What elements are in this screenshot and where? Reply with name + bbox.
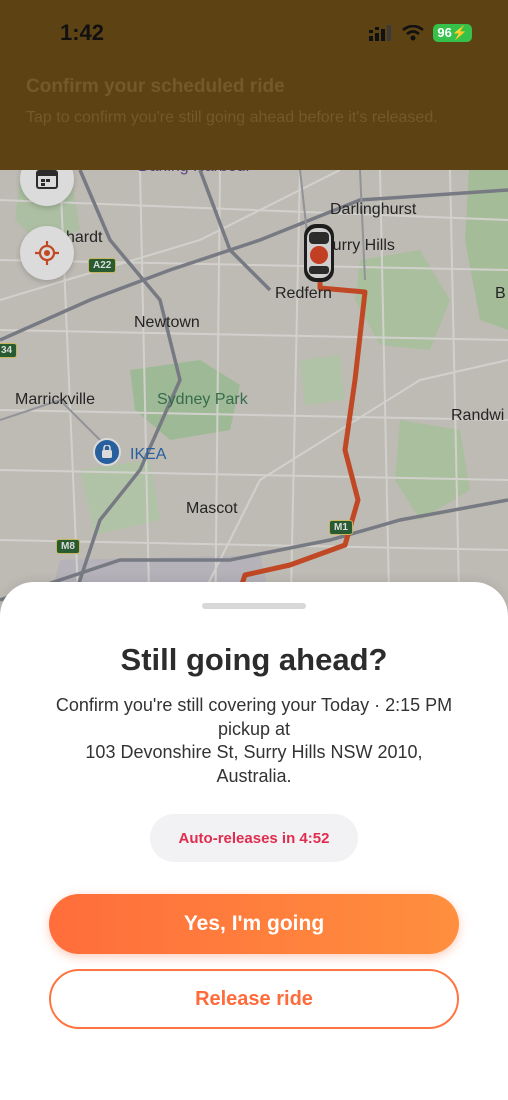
banner-subtitle: Tap to confirm you're still going ahead … xyxy=(26,109,438,126)
status-time: 1:42 xyxy=(60,20,105,45)
banner-title: Confirm your scheduled ride xyxy=(26,76,285,97)
cellular-signal-icon xyxy=(369,25,392,41)
release-ride-button[interactable]: Release ride xyxy=(49,969,459,1029)
status-icons: 96⚡ xyxy=(369,24,472,42)
wifi-icon xyxy=(402,25,425,41)
sheet-grabber[interactable] xyxy=(202,603,306,609)
scheduled-ride-banner[interactable]: Confirm your scheduled ride Tap to confi… xyxy=(0,62,508,170)
sheet-message: Confirm you're still covering your Today… xyxy=(55,695,453,786)
confirm-ride-sheet: Still going ahead? Confirm you're still … xyxy=(0,582,508,1100)
sheet-title: Still going ahead? xyxy=(120,642,388,677)
status-bar: 1:42 96⚡ xyxy=(0,0,508,62)
battery-level: 96 xyxy=(437,25,452,40)
battery-indicator: 96⚡ xyxy=(433,24,472,42)
charging-icon: ⚡ xyxy=(451,25,468,40)
auto-release-timer: Auto-releases in 4:52 xyxy=(150,814,358,862)
confirm-going-button[interactable]: Yes, I'm going xyxy=(49,894,459,954)
